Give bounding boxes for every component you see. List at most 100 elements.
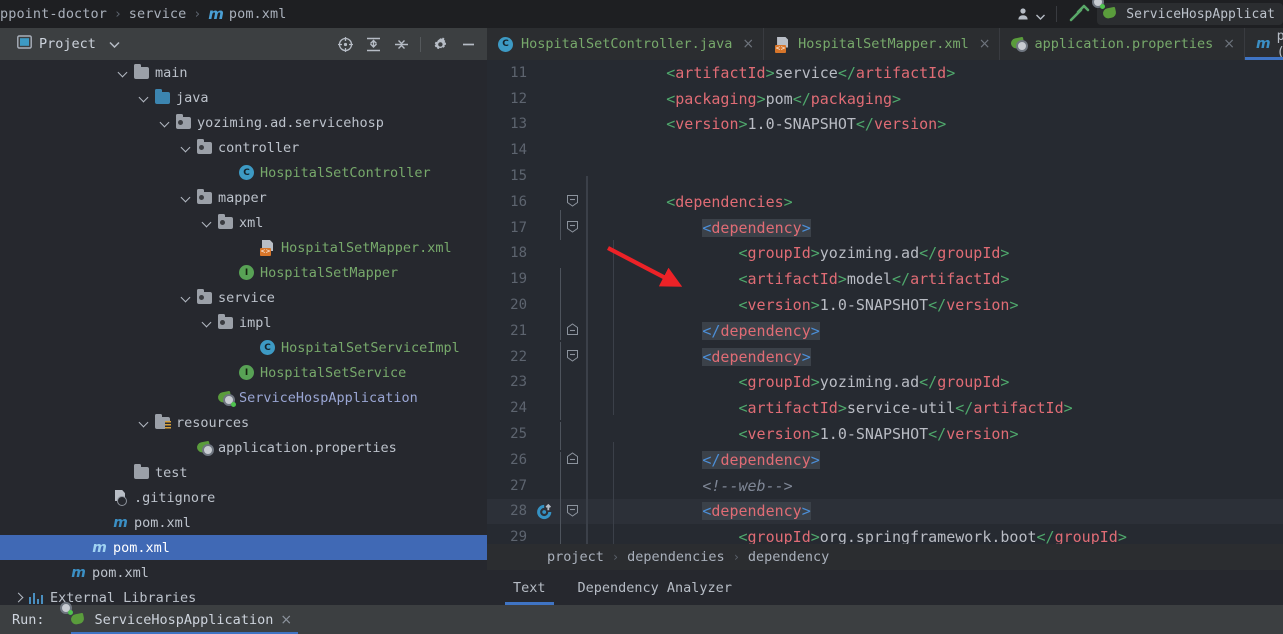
maven-m-icon: m <box>113 514 128 531</box>
close-icon[interactable]: × <box>1223 36 1235 52</box>
code-line[interactable]: 16 <dependencies> <box>487 189 1283 215</box>
tree-row[interactable]: application.properties <box>0 435 487 460</box>
chevron-down-icon[interactable] <box>109 36 120 52</box>
code-line[interactable]: 19 <artifactId>model</artifactId> <box>487 266 1283 292</box>
tree-row[interactable]: resources <box>0 410 487 435</box>
line-number: 26 <box>510 451 527 468</box>
tree-row[interactable]: java <box>0 85 487 110</box>
tree-row[interactable]: service <box>0 285 487 310</box>
tree-row[interactable]: ServiceHospApplication <box>0 385 487 410</box>
code-line[interactable]: 20 <version>1.0-SNAPSHOT</version> <box>487 292 1283 318</box>
fold-collapse-icon[interactable] <box>566 504 579 517</box>
code-line[interactable]: 29 <groupId>org.springframework.boot</gr… <box>487 524 1283 544</box>
fold-collapse-icon[interactable] <box>566 323 579 336</box>
tree-row[interactable]: test <box>0 460 487 485</box>
gutter-icons <box>533 292 560 318</box>
code-line[interactable]: 15 <box>487 163 1283 189</box>
code-line[interactable]: 13 <version>1.0-SNAPSHOT</version> <box>487 112 1283 138</box>
code-line[interactable]: 22 <dependency> <box>487 344 1283 370</box>
breadcrumb-module[interactable]: service <box>129 6 187 22</box>
tree-row[interactable]: I HospitalSetMapper <box>0 260 487 285</box>
tree-row[interactable]: xml <box>0 210 487 235</box>
code-line[interactable]: 18 <groupId>yoziming.ad</groupId> <box>487 241 1283 267</box>
chevron-down-icon[interactable] <box>138 91 151 104</box>
chevron-down-icon[interactable] <box>159 116 172 129</box>
collapse-all-icon[interactable] <box>388 31 414 57</box>
code-line[interactable]: 24 <artifactId>service-util</artifactId> <box>487 395 1283 421</box>
code-line[interactable]: 17 <dependency> <box>487 215 1283 241</box>
breadcrumb-project[interactable]: ppoint-doctor <box>0 6 107 22</box>
code-line[interactable]: 27 <!--web--> <box>487 473 1283 499</box>
expand-all-icon[interactable] <box>360 31 386 57</box>
tree-node-icon: C <box>238 165 255 180</box>
run-configuration-selector[interactable]: ServiceHospApplicat <box>1097 3 1283 25</box>
tree-row[interactable]: C HospitalSetServiceImpl <box>0 335 487 360</box>
tree-row[interactable]: m pom.xml <box>0 560 487 585</box>
tree-row[interactable]: External Libraries <box>0 585 487 605</box>
code-line[interactable]: 23 <groupId>yoziming.ad</groupId> <box>487 370 1283 396</box>
close-icon[interactable]: × <box>742 36 754 52</box>
editor-tab[interactable]: HospitalSetMapper.xml × <box>764 28 1001 60</box>
tree-row[interactable]: m pom.xml <box>0 510 487 535</box>
chevron-right-icon[interactable] <box>12 591 25 604</box>
editor-bottom-tab[interactable]: Dependency Analyzer <box>564 570 746 605</box>
package-folder-icon <box>176 113 191 129</box>
chevron-down-icon[interactable] <box>117 66 130 79</box>
editor-breadcrumb-dependencies[interactable]: dependencies <box>627 549 725 565</box>
editor-tab[interactable]: C HospitalSetController.java × <box>487 28 765 60</box>
locate-icon[interactable] <box>332 31 358 57</box>
chevron-down-icon[interactable] <box>180 141 193 154</box>
chevron-down-icon[interactable] <box>201 316 214 329</box>
code-line[interactable]: 11 <artifactId>service</artifactId> <box>487 60 1283 86</box>
tree-row[interactable]: C HospitalSetController <box>0 160 487 185</box>
fold-collapse-icon[interactable] <box>566 220 579 233</box>
code-line[interactable]: 21 </dependency> <box>487 318 1283 344</box>
editor-bottom-tab[interactable]: Text <box>499 570 560 605</box>
close-icon[interactable]: × <box>280 612 292 628</box>
indent-guide <box>613 240 614 415</box>
code-line[interactable]: 12 <packaging>pom</packaging> <box>487 86 1283 112</box>
chevron-down-icon[interactable] <box>180 191 193 204</box>
code-editor[interactable]: 11 <artifactId>service</artifactId> 12 <p… <box>487 60 1283 544</box>
chevron-down-icon[interactable] <box>201 216 214 229</box>
minimize-icon[interactable] <box>455 31 481 57</box>
top-toolbar: ppoint-doctor › service › m pom.xml Serv… <box>0 0 1283 28</box>
maven-reload-icon[interactable] <box>536 503 553 521</box>
fold-collapse-icon[interactable] <box>566 452 579 465</box>
fold-collapse-icon[interactable] <box>566 194 579 207</box>
fold-collapse-icon[interactable] <box>566 349 579 362</box>
close-icon[interactable]: × <box>979 36 991 52</box>
editor-tab[interactable]: m pom.xml (service) <box>1245 28 1283 60</box>
code-line[interactable]: 26 </dependency> <box>487 447 1283 473</box>
chevron-down-icon[interactable] <box>138 416 151 429</box>
code-line[interactable]: 25 <version>1.0-SNAPSHOT</version> <box>487 421 1283 447</box>
settings-gear-icon[interactable] <box>427 31 453 57</box>
breadcrumb-file[interactable]: pom.xml <box>229 6 287 22</box>
chevron-down-icon[interactable] <box>180 291 193 304</box>
tree-row[interactable]: I HospitalSetService <box>0 360 487 385</box>
tree-row[interactable]: yoziming.ad.servicehosp <box>0 110 487 135</box>
tree-row[interactable]: main <box>0 60 487 85</box>
run-tool-window-bar: Run: ServiceHospApplication × <box>0 605 1283 634</box>
fold-gutter <box>560 241 586 267</box>
run-tab[interactable]: ServiceHospApplication × <box>67 605 299 634</box>
project-panel-title-group[interactable]: Project <box>17 35 120 53</box>
editor-tab[interactable]: application.properties × <box>1000 28 1246 60</box>
code-line[interactable]: 14 <box>487 137 1283 163</box>
project-view-icon <box>17 35 32 53</box>
editor-breadcrumb-dependency[interactable]: dependency <box>748 549 829 565</box>
user-account-button[interactable] <box>1010 0 1052 28</box>
tree-row[interactable]: .gitignore <box>0 485 487 510</box>
tree-row[interactable]: controller <box>0 135 487 160</box>
tree-row-selected[interactable]: m pom.xml <box>0 535 487 560</box>
gutter-icons <box>533 473 560 499</box>
project-tree[interactable]: main java yoziming.ad.servicehosp controlle… <box>0 60 487 605</box>
tree-row[interactable]: impl <box>0 310 487 335</box>
tree-row[interactable]: HospitalSetMapper.xml <box>0 235 487 260</box>
line-number: 29 <box>510 529 527 544</box>
tree-row[interactable]: mapper <box>0 185 487 210</box>
code-line-current[interactable]: 28 <dependency> <box>487 498 1283 525</box>
editor-breadcrumb-project[interactable]: project <box>547 549 604 565</box>
gutter-icons <box>533 215 560 241</box>
